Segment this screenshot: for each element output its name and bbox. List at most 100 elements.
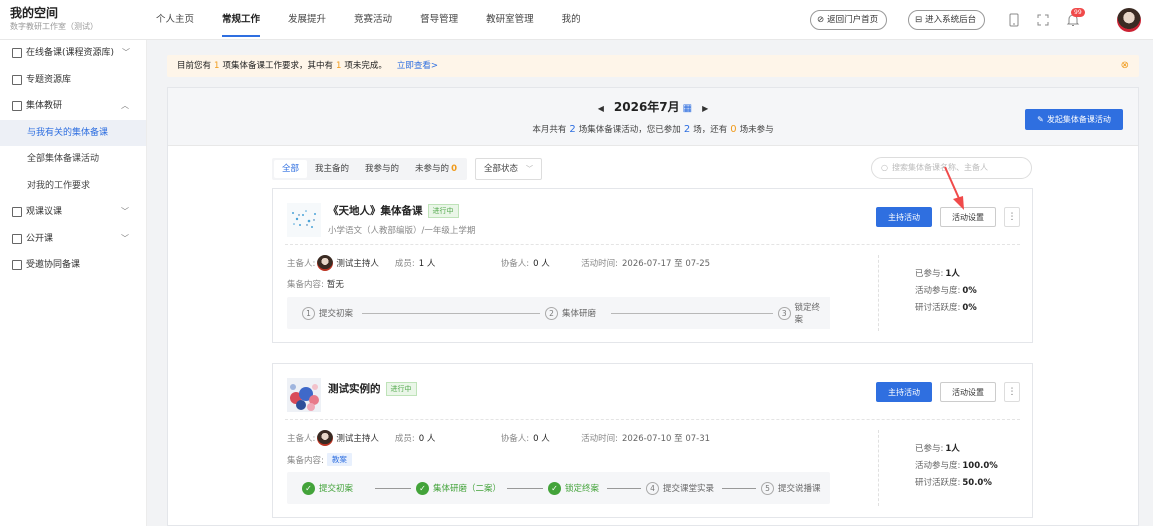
sidebar-item-online-prep[interactable]: 在线备课(课程资源库) ﹀ [0,40,146,67]
sidebar-item-collective-research[interactable]: 集体教研 ︿ [0,93,146,120]
mobile-icon[interactable] [1005,11,1023,29]
step-label: 锁定终案 [794,303,821,325]
nav-office[interactable]: 教研室管理 [472,0,548,40]
sidebar-sub-related[interactable]: 与我有关的集体备课 [0,119,146,146]
book-icon [12,48,22,59]
time-value: 2026-07-17 至 07-25 [622,259,711,269]
brand-title: 我的空间 [10,6,59,20]
sidebar-item-label: 集体教研 [26,101,63,111]
time-label: 活动时间: [581,259,619,269]
stat-activity: 研讨活跃度: 0% [915,300,1018,317]
sidebar-item-invited[interactable]: 受邀协同备课 [0,252,146,279]
stat-value: 1人 [945,444,960,454]
admin-button[interactable]: ⊟ 进入系统后台 [908,10,986,30]
host-activity-button[interactable]: 主持活动 [876,207,932,227]
activity-subject: 小学语文（人教部编版）/一年级上学期 [328,226,476,236]
step-item: ✓ 提交初案 [299,472,357,504]
step-number: 3 [778,306,791,320]
content-tag[interactable]: 教案 [326,453,352,466]
nav-development[interactable]: 发展提升 [274,0,340,40]
sidebar-item-public-class[interactable]: 公开课 ﹀ [0,226,146,253]
step-item: 2 集体研磨 [542,297,600,329]
sidebar-item-label: 受邀协同备课 [26,260,81,270]
host-activity-button[interactable]: 主持活动 [876,382,932,402]
brand[interactable]: 我的空间 数字教研工作室（测试） [10,5,98,33]
activity-stats: 已参与: 1人 活动参与度: 100.0% 研讨活跃度: 50.0% [878,430,1018,506]
activity-settings-button[interactable]: 活动设置 [940,207,996,227]
activity-title[interactable]: 《天地人》集体备课 进行中 [328,203,459,218]
summary-text: 场，还有 [693,125,728,135]
sidebar-item-topic-library[interactable]: 专题资源库 [0,67,146,94]
nav-mine[interactable]: 我的 [548,0,595,40]
monitor-icon: ⊟ [915,15,923,25]
summary-unjoined: 0 [730,124,737,135]
sidebar-item-observe[interactable]: 观课议课 ﹀ [0,199,146,226]
step-number: 2 [545,306,558,320]
fullscreen-icon[interactable] [1034,11,1052,29]
nav-home[interactable]: 个人主页 [142,0,208,40]
close-icon[interactable]: ⊗ [1121,55,1129,77]
stat-value: 0% [962,286,977,296]
search-input[interactable]: ○ 搜索集体备课名称、主备人 [871,157,1032,179]
stat-label: 活动参与度: [915,461,961,471]
chevron-up-icon: ︿ [121,101,129,110]
status-select[interactable]: 全部状态 ﹀ [474,158,542,180]
step-number: 4 [646,481,659,495]
main-panel: ◀ 2026年7月 ▦ ▶ 本月共有 2 场集体备课活动，您已参加 2 场，还有 0 场未参与 ✎… [167,87,1139,526]
chevron-down-icon: ﹀ [526,165,533,173]
compass-icon: ⊘ [817,15,825,25]
chat-icon [12,207,22,218]
sidebar-item-label: 在线备课(课程资源库) [26,48,115,58]
calendar-icon[interactable]: ▦ [683,103,692,114]
document-icon [12,101,22,112]
host-name: 测试主持人 [336,259,379,269]
return-portal-button[interactable]: ⊘ 返回门户首页 [810,10,888,30]
tab-all[interactable]: 全部 [274,160,308,178]
activity-title[interactable]: 测试实例的 进行中 [328,381,417,396]
month-title: 2026年7月 [613,100,680,114]
step-item: 5 提交说播课 [758,472,824,504]
check-icon: ✓ [416,481,429,495]
step-item: 3 锁定终案 [775,297,830,329]
more-icon[interactable]: ⋮ [1004,382,1020,402]
assist-value: 0 人 [533,434,550,444]
card-actions: 主持活动 活动设置 ⋮ [876,382,1020,402]
next-month-icon[interactable]: ▶ [702,104,708,113]
sidebar-sub-all[interactable]: 全部集体备课活动 [0,146,146,173]
tab-unjoined[interactable]: 未参与的 0 [407,160,465,178]
tab-hosted[interactable]: 我主备的 [307,160,357,178]
content-label: 集备内容: [287,455,324,466]
stat-activity: 研讨活跃度: 50.0% [915,475,1018,492]
nav-competition[interactable]: 竞赛活动 [340,0,406,40]
user-avatar[interactable] [1117,8,1141,32]
top-header: 我的空间 数字教研工作室（测试） 个人主页 常规工作 发展提升 竞赛活动 督导管… [0,0,1153,40]
stat-label: 已参与: [915,444,944,454]
step-connector [507,488,543,489]
month-summary: 本月共有 2 场集体备课活动，您已参加 2 场，还有 0 场未参与 [168,123,1138,135]
stat-value: 1人 [945,269,960,279]
view-now-link[interactable]: 立即查看> [397,61,438,71]
status-select-value: 全部状态 [483,164,518,174]
stat-value: 100.0% [962,461,998,471]
tab-unjoined-label: 未参与的 [415,164,450,174]
chevron-down-icon: ﹀ [121,233,129,243]
more-icon[interactable]: ⋮ [1004,207,1020,227]
summary-total: 2 [569,124,576,135]
nav-routine[interactable]: 常规工作 [208,0,274,40]
step-label: 提交初案 [319,309,354,319]
edit-icon: ✎ [1037,115,1044,124]
step-item: ✓ 锁定终案 [545,472,603,504]
activity-settings-button[interactable]: 活动设置 [940,382,996,402]
status-badge: 进行中 [385,381,417,396]
tab-joined[interactable]: 我参与的 [357,160,407,178]
summary-joined: 2 [683,124,691,135]
step-item: ✓ 集体研磨（二案） [413,472,505,504]
step-label: 提交课堂实录 [663,484,715,494]
check-icon: ✓ [302,481,315,495]
nav-supervision[interactable]: 督导管理 [406,0,472,40]
step-label: 集体研磨（二案） [433,484,502,494]
stat-label: 研讨活跃度: [915,303,961,313]
sidebar-sub-requirements[interactable]: 对我的工作要求 [0,173,146,200]
launch-activity-button[interactable]: ✎ 发起集体备课活动 [1025,109,1123,130]
prev-month-icon[interactable]: ◀ [598,104,604,113]
